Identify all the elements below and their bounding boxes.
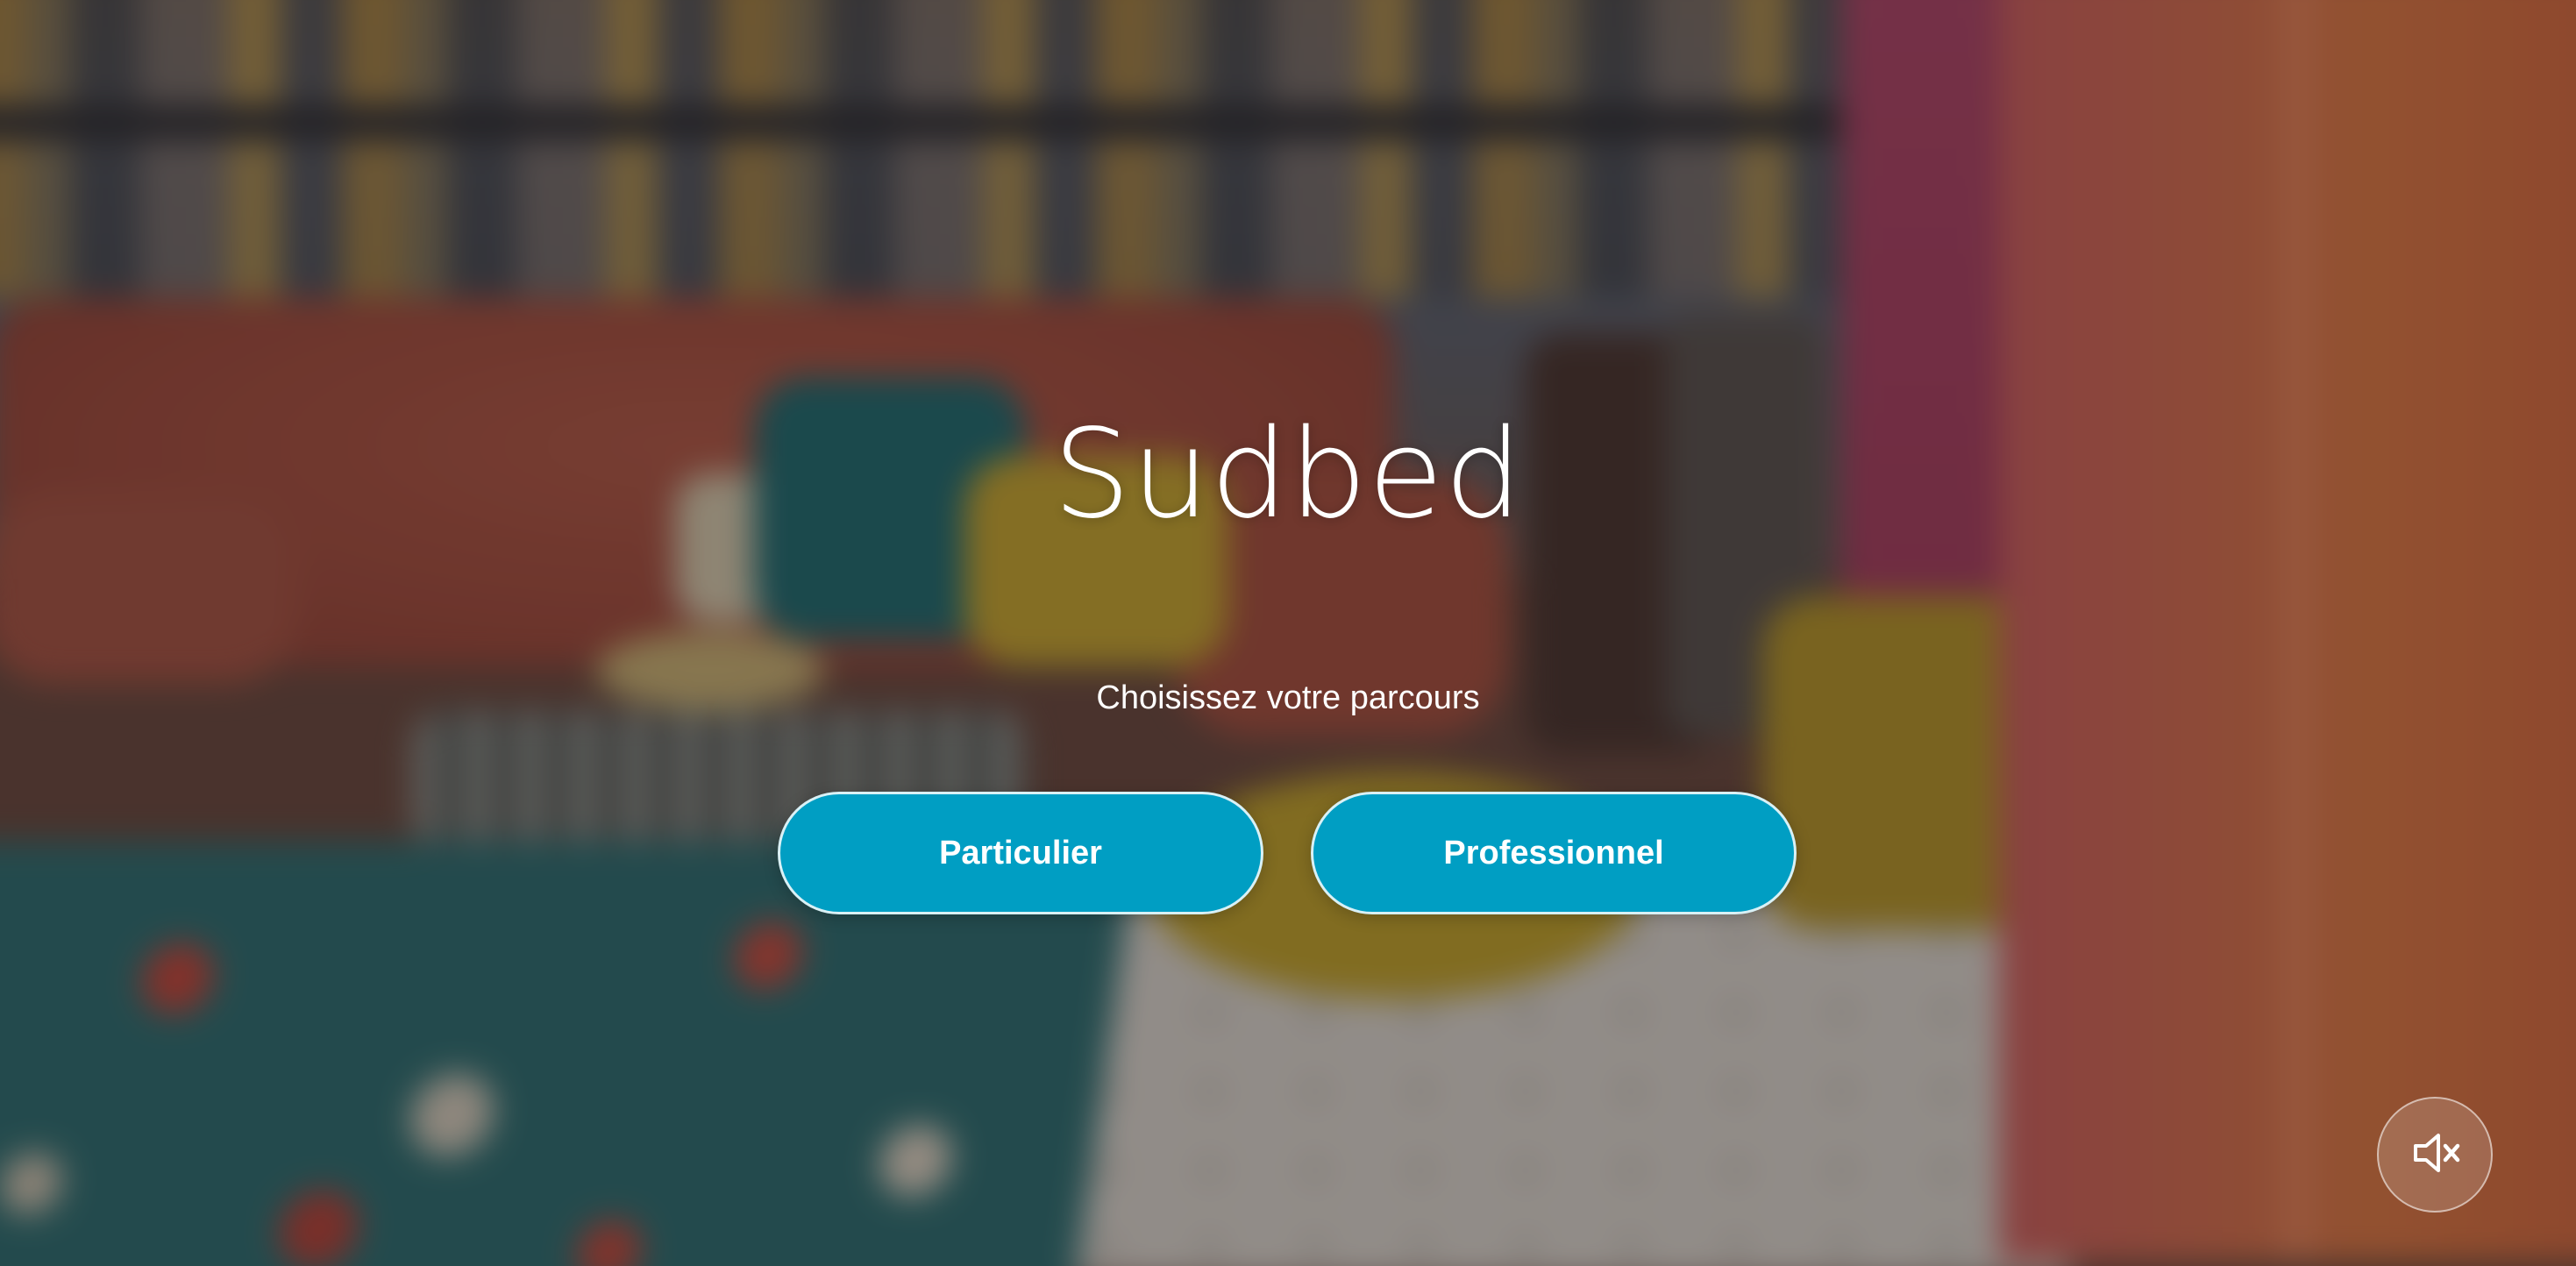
page-subtitle: Choisissez votre parcours <box>1096 679 1480 716</box>
brand-logo: Sudbed <box>1052 403 1524 546</box>
background-video <box>0 0 2576 1266</box>
particulier-button[interactable]: Particulier <box>778 792 1263 914</box>
mute-toggle-button[interactable] <box>2377 1097 2493 1213</box>
volume-muted-icon <box>2407 1125 2463 1185</box>
professionnel-button[interactable]: Professionnel <box>1311 792 1797 914</box>
